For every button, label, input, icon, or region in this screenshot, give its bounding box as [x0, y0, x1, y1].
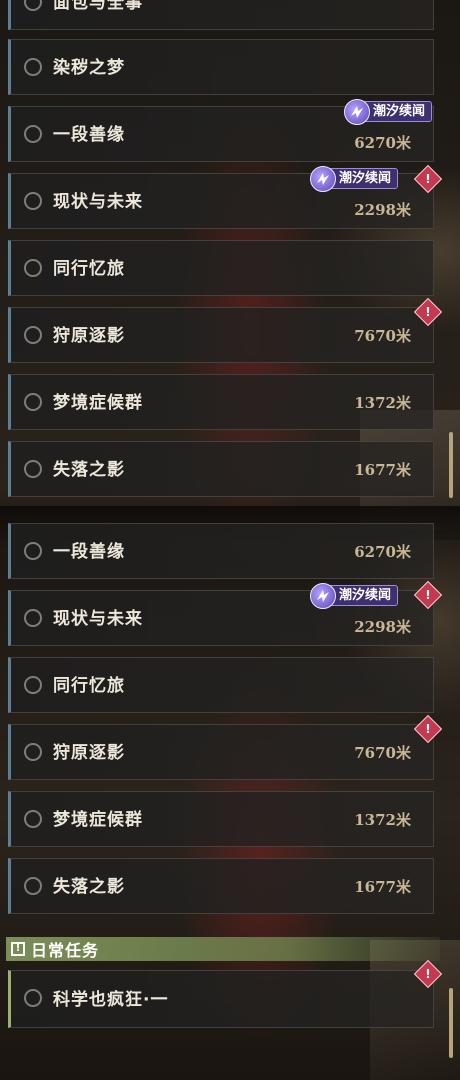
tag-label: 潮汐续闻	[373, 104, 426, 119]
quest-item[interactable]: 染秽之梦	[8, 39, 434, 95]
tide-story-badge: 潮汐续闻	[310, 165, 399, 192]
quest-title: 一段善缘	[53, 125, 125, 145]
radio-icon[interactable]	[24, 125, 42, 143]
radio-icon[interactable]	[24, 0, 42, 11]
radio-icon[interactable]	[24, 609, 42, 627]
radio-icon[interactable]	[24, 743, 42, 761]
quest-item[interactable]: 同行忆旅	[8, 657, 434, 713]
quest-item[interactable]: 梦境症候群 1372米	[8, 791, 434, 847]
quest-item[interactable]: 失落之影 1677米	[8, 441, 434, 497]
quest-item[interactable]: 一段善缘 6270米	[8, 523, 434, 579]
section-label: 日常任务	[31, 941, 100, 960]
tag-label: 潮汐续闻	[339, 588, 392, 603]
quest-distance: 1372米	[354, 394, 411, 412]
quest-distance: 2298米	[354, 618, 411, 636]
radio-icon[interactable]	[24, 192, 42, 210]
quest-title: 面包与全事	[53, 0, 143, 13]
quest-title: 梦境症候群	[53, 393, 143, 413]
quest-title: 染秽之梦	[53, 58, 125, 78]
tide-emblem-icon	[310, 165, 336, 192]
quest-distance: 1677米	[354, 878, 411, 896]
quest-item[interactable]: 科学也疯狂·一	[8, 970, 434, 1028]
scrollbar-thumb[interactable]	[449, 988, 453, 1058]
quest-distance: 6270米	[354, 543, 411, 561]
quest-title: 同行忆旅	[53, 676, 125, 696]
quest-list: 面包与全事 染秽之梦 一段善缘 6270米 潮汐续闻 现状与未来 2298米 潮…	[0, 0, 460, 1080]
tide-story-badge: 潮汐续闻	[344, 98, 433, 125]
quest-title: 失落之影	[53, 877, 125, 897]
exclamation-box-icon: !	[11, 942, 25, 956]
quest-title: 科学也疯狂·一	[53, 990, 169, 1010]
radio-icon[interactable]	[24, 810, 42, 828]
radio-icon[interactable]	[24, 542, 42, 560]
quest-title: 狩原逐影	[53, 743, 125, 763]
quest-item[interactable]: 面包与全事	[8, 0, 434, 30]
quest-item[interactable]: 梦境症候群 1372米	[8, 374, 434, 430]
quest-item[interactable]: 失落之影 1677米	[8, 858, 434, 914]
tide-emblem-icon	[310, 582, 336, 609]
quest-distance: 1677米	[354, 461, 411, 479]
radio-icon[interactable]	[24, 676, 42, 694]
quest-title: 梦境症候群	[53, 810, 143, 830]
quest-title: 现状与未来	[53, 609, 143, 629]
tide-story-badge: 潮汐续闻	[310, 582, 399, 609]
radio-icon[interactable]	[24, 989, 42, 1007]
quest-item[interactable]: 狩原逐影 7670米	[8, 307, 434, 363]
scrollbar-thumb[interactable]	[449, 432, 453, 498]
radio-icon[interactable]	[24, 393, 42, 411]
quest-distance: 2298米	[354, 201, 411, 219]
tide-emblem-icon	[344, 98, 370, 125]
daily-quests-header[interactable]: ! 日常任务	[6, 937, 440, 961]
quest-distance: 7670米	[354, 327, 411, 345]
quest-item[interactable]: 狩原逐影 7670米	[8, 724, 434, 780]
quest-title: 一段善缘	[53, 542, 125, 562]
quest-distance: 7670米	[354, 744, 411, 762]
quest-title: 现状与未来	[53, 192, 143, 212]
radio-icon[interactable]	[24, 58, 42, 76]
radio-icon[interactable]	[24, 259, 42, 277]
radio-icon[interactable]	[24, 460, 42, 478]
quest-title: 狩原逐影	[53, 326, 125, 346]
radio-icon[interactable]	[24, 326, 42, 344]
tag-label: 潮汐续闻	[339, 171, 392, 186]
radio-icon[interactable]	[24, 877, 42, 895]
quest-distance: 1372米	[354, 811, 411, 829]
quest-title: 失落之影	[53, 460, 125, 480]
quest-title: 同行忆旅	[53, 259, 125, 279]
quest-item[interactable]: 同行忆旅	[8, 240, 434, 296]
